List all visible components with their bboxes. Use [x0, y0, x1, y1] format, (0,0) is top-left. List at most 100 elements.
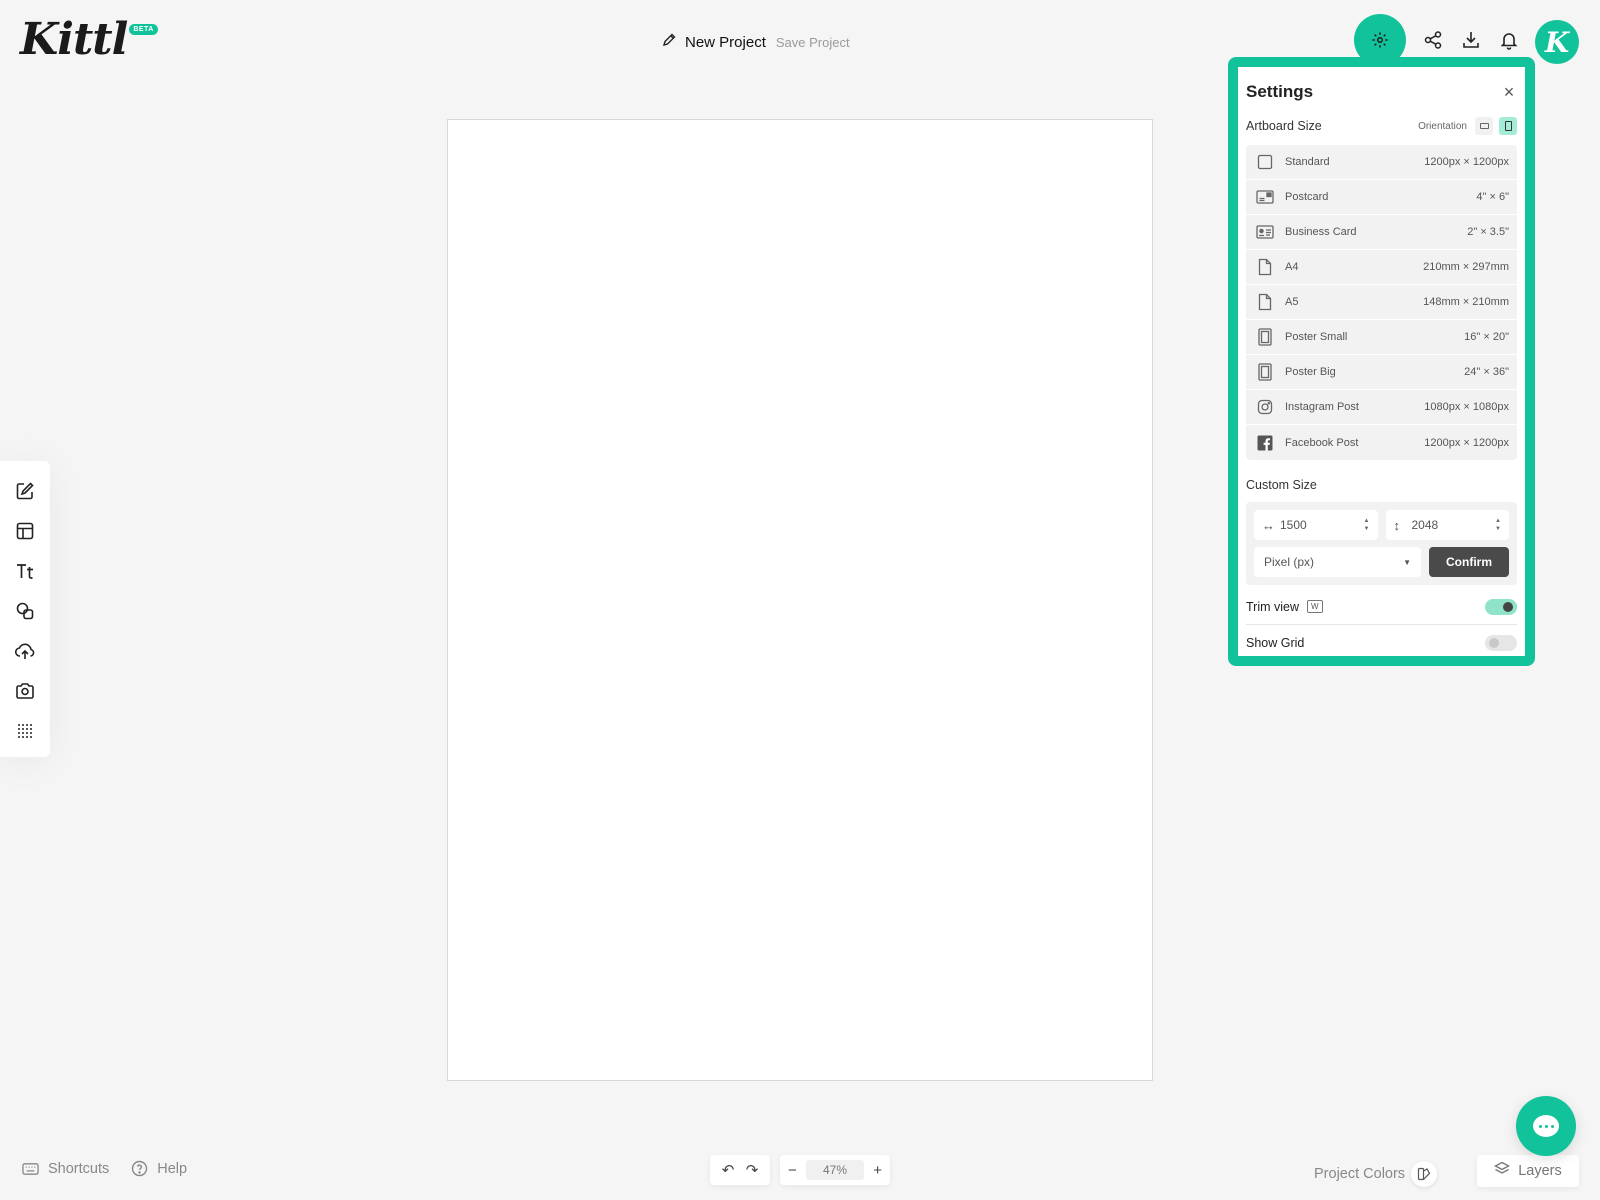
text-icon[interactable] [12, 558, 38, 584]
size-option-a5[interactable]: A5 148mm × 210mm [1246, 285, 1517, 320]
size-option-instagram-post[interactable]: Instagram Post 1080px × 1080px [1246, 390, 1517, 425]
width-input[interactable]: ↔ 1500 ▲ ▼ [1254, 510, 1378, 540]
beta-badge: BETA [129, 24, 158, 35]
width-value: 1500 [1280, 518, 1307, 532]
templates-icon[interactable] [12, 518, 38, 544]
gear-icon [1368, 28, 1392, 52]
project-colors-label: Project Colors [1314, 1166, 1406, 1182]
palette-icon [1411, 1161, 1438, 1187]
zoom-level[interactable]: 47% [806, 1160, 864, 1180]
confirm-button[interactable]: Confirm [1429, 547, 1509, 577]
size-dimensions: 4" × 6" [1476, 191, 1509, 203]
vertical-arrows-icon: ↕ [1393, 517, 1401, 533]
size-dimensions: 24" × 36" [1464, 366, 1509, 378]
user-avatar[interactable]: K [1535, 20, 1579, 64]
save-project-button[interactable]: Save Project [776, 35, 850, 50]
grid-dots-icon[interactable] [12, 718, 38, 744]
zoom-out-icon[interactable]: − [788, 1162, 797, 1179]
shortcuts-label: Shortcuts [48, 1160, 110, 1177]
custom-size-label: Custom Size [1246, 478, 1317, 492]
zoom-control: − 47% + [780, 1155, 890, 1185]
size-dimensions: 1200px × 1200px [1424, 436, 1509, 449]
size-option-business-card[interactable]: Business Card 2" × 3.5" [1246, 215, 1517, 250]
size-dimensions: 210mm × 297mm [1423, 261, 1509, 273]
size-option-facebook-post[interactable]: Facebook Post 1200px × 1200px [1246, 425, 1517, 460]
download-icon[interactable] [1460, 29, 1482, 51]
size-dimensions: 16" × 20" [1464, 331, 1509, 343]
layers-button[interactable]: Layers [1477, 1155, 1579, 1187]
close-icon[interactable]: × [1501, 82, 1517, 103]
size-option-poster-big[interactable]: Poster Big 24" × 36" [1246, 355, 1517, 390]
instagram-icon [1256, 398, 1274, 416]
pencil-icon[interactable] [661, 32, 677, 53]
orientation-label: Orientation [1418, 120, 1467, 132]
height-stepper[interactable]: ▲ ▼ [1495, 517, 1501, 533]
caret-down-icon: ▼ [1403, 557, 1411, 567]
size-name: A4 [1285, 261, 1299, 273]
kittl-logo[interactable]: Kittl BETA [20, 16, 158, 64]
show-grid-row: Show Grid [1246, 625, 1517, 661]
size-name: Facebook Post [1285, 436, 1359, 449]
layers-icon [1494, 1161, 1511, 1181]
keyboard-shortcut-badge: W [1307, 600, 1323, 613]
shapes-icon[interactable] [12, 598, 38, 624]
size-name: Postcard [1285, 191, 1329, 203]
show-grid-toggle[interactable] [1485, 635, 1517, 651]
help-label: Help [157, 1160, 188, 1177]
orientation-toggle: Orientation [1418, 117, 1517, 135]
camera-icon[interactable] [12, 678, 38, 704]
unit-value: Pixel (px) [1264, 555, 1315, 569]
help-button[interactable]: Help [131, 1160, 187, 1177]
portrait-button[interactable] [1499, 117, 1517, 135]
history-zoom-controls: ↶ ↷ − 47% + [710, 1155, 890, 1185]
trim-view-row: Trim view W [1246, 589, 1517, 625]
size-name: Business Card [1285, 226, 1357, 238]
size-dimensions: 148mm × 210mm [1423, 296, 1509, 308]
size-option-a4[interactable]: A4 210mm × 297mm [1246, 250, 1517, 285]
project-colors[interactable]: Project Colors [1314, 1161, 1438, 1187]
toggle-knob [1489, 638, 1499, 648]
size-option-poster-small[interactable]: Poster Small 16" × 20" [1246, 320, 1517, 355]
height-input[interactable]: ↕ 2048 ▲ ▼ [1385, 510, 1509, 540]
size-name: Poster Small [1285, 331, 1348, 343]
custom-size-box: ↔ 1500 ▲ ▼ ↕ 2048 ▲ ▼ Pixel (px) ▼ Confirm [1246, 502, 1517, 585]
size-dimensions: 1200px × 1200px [1424, 156, 1509, 168]
trim-view-toggle[interactable] [1485, 598, 1517, 615]
trim-view-label: Trim view [1246, 599, 1300, 614]
business-card-icon [1256, 223, 1274, 241]
facebook-icon [1256, 434, 1274, 452]
chat-support-button[interactable] [1516, 1096, 1576, 1156]
upload-icon[interactable] [12, 638, 38, 664]
redo-icon[interactable]: ↷ [746, 1161, 759, 1179]
size-option-postcard[interactable]: Postcard 4" × 6" [1246, 180, 1517, 215]
bell-icon[interactable] [1498, 29, 1520, 51]
toggle-knob [1503, 601, 1513, 612]
size-option-standard[interactable]: Standard 1200px × 1200px [1246, 145, 1517, 180]
height-value: 2048 [1411, 518, 1439, 532]
layers-label: Layers [1518, 1163, 1562, 1179]
undo-icon[interactable]: ↶ [722, 1161, 735, 1179]
zoom-in-icon[interactable]: + [873, 1162, 882, 1179]
portrait-icon [1504, 121, 1512, 131]
chat-icon [1533, 1115, 1559, 1137]
document-icon [1256, 293, 1274, 311]
project-name[interactable]: New Project [685, 34, 766, 51]
unit-select[interactable]: Pixel (px) ▼ [1254, 547, 1421, 577]
size-dimensions: 2" × 3.5" [1467, 226, 1509, 238]
shortcuts-button[interactable]: Shortcuts [22, 1160, 109, 1177]
square-icon [1256, 153, 1274, 171]
width-stepper[interactable]: ▲ ▼ [1364, 517, 1370, 533]
size-name: Instagram Post [1285, 401, 1359, 413]
settings-title: Settings [1246, 82, 1314, 101]
logo-text: Kittl [20, 14, 128, 65]
landscape-button[interactable] [1475, 117, 1493, 135]
poster-icon [1256, 363, 1274, 381]
artboard-size-list: Standard 1200px × 1200px Postcard 4" × 6… [1246, 145, 1517, 460]
landscape-icon [1479, 123, 1489, 129]
undo-redo-group: ↶ ↷ [710, 1155, 770, 1185]
artboard-canvas[interactable] [447, 119, 1153, 1081]
horizontal-arrows-icon: ↔ [1262, 517, 1275, 533]
share-icon[interactable] [1422, 29, 1444, 51]
left-toolbar [0, 461, 50, 757]
edit-icon[interactable] [12, 478, 38, 504]
